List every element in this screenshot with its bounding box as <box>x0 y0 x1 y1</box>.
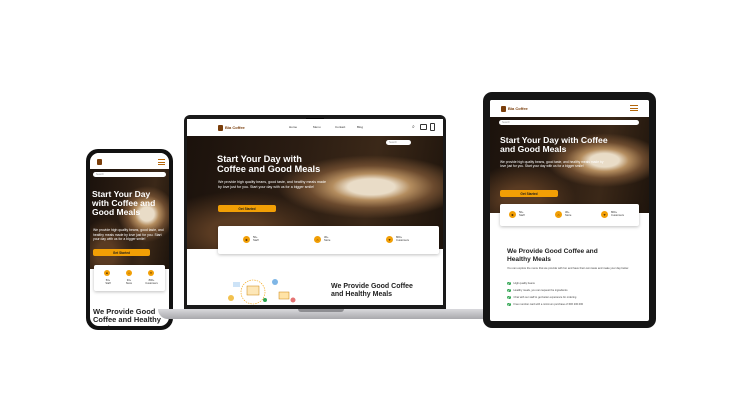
stats-card: ☻ 50+ Staff ⌂ 30+ Store ♥ 800+ Customers <box>218 226 439 254</box>
stat-label: Store <box>125 282 133 286</box>
phone-screen: Search Start Your Day with Coffee and Go… <box>90 153 169 326</box>
nav-home[interactable]: Home <box>289 125 297 129</box>
about-text: You can explore the menu that we provide… <box>507 267 629 270</box>
staff-icon: ☻ <box>509 211 516 218</box>
tablet-device: Bia Coffee Search Start Your Day with Co… <box>483 92 656 328</box>
store-icon: ⌂ <box>126 270 132 276</box>
laptop-lid: Bia Coffee Home Menu Contact Blog ⌕ Sear… <box>184 115 446 309</box>
search-icon[interactable]: ⌕ <box>412 124 415 130</box>
customers-icon: ♥ <box>148 270 154 276</box>
feature-item: ✓ High quality beans <box>507 280 637 287</box>
laptop-header: Bia Coffee Home Menu Contact Blog ⌕ <box>187 119 443 137</box>
tablet-hero: Search Start Your Day with Coffee and Go… <box>490 117 649 213</box>
stat-label: Staff <box>253 239 259 243</box>
stat-customers: 800+ Customers <box>144 279 159 285</box>
check-icon: ✓ <box>507 281 511 286</box>
feature-text: High quality beans <box>513 282 535 285</box>
stat-customers: 800+ Customers <box>611 211 624 217</box>
store-icon: ⌂ <box>314 236 321 243</box>
phone-device: Search Start Your Day with Coffee and Go… <box>86 149 173 330</box>
coffee-logo-icon[interactable] <box>97 159 102 165</box>
search-input[interactable]: Search <box>499 120 639 125</box>
feature-item: ✓ Chat with our staff to get better expe… <box>507 294 637 301</box>
coffee-logo-icon[interactable] <box>218 125 223 131</box>
check-icon: ✓ <box>507 295 511 300</box>
laptop-base-notch <box>298 309 344 312</box>
hero-title: Start Your Day with Coffee and Good Meal… <box>92 189 156 218</box>
hero-text: We provide high quality beans, good tast… <box>218 180 327 189</box>
get-started-button[interactable]: Get Started <box>500 190 558 197</box>
chat-icon[interactable] <box>420 124 427 130</box>
hero-title: Start Your Day with Coffee and Good Meal… <box>500 135 608 155</box>
feature-text: Healthy meals, you can request the ingre… <box>513 289 568 292</box>
hero-text: We provide high quality beans, good tast… <box>500 160 604 169</box>
hero-title: Start Your Day with Coffee and Good Meal… <box>217 154 321 175</box>
check-icon: ✓ <box>507 288 511 293</box>
feature-item: ✓ Healthy meals, you can request the ing… <box>507 287 637 294</box>
feature-text: Free member card with a minimum purchase… <box>513 303 584 306</box>
stat-label: Customers <box>396 239 409 243</box>
laptop-screen: Bia Coffee Home Menu Contact Blog ⌕ Sear… <box>187 119 443 305</box>
brand-name[interactable]: Bia Coffee <box>225 125 245 130</box>
nav-blog[interactable]: Blog <box>357 125 363 129</box>
stat-label: Customers <box>611 214 624 218</box>
brand-name[interactable]: Bia Coffee <box>508 106 528 111</box>
coffee-logo-icon[interactable] <box>501 106 506 112</box>
customers-icon: ♥ <box>386 236 393 243</box>
phone-contact-icon[interactable] <box>430 123 435 131</box>
get-started-button[interactable]: Get Started <box>93 249 150 256</box>
customers-icon: ♥ <box>601 211 608 218</box>
staff-icon: ☻ <box>104 270 110 276</box>
stat-label: Staff <box>519 214 525 218</box>
stat-label: Customers <box>145 282 158 286</box>
search-input[interactable]: Search <box>386 140 411 145</box>
feature-list: ✓ High quality beans ✓ Healthy meals, yo… <box>507 280 637 308</box>
nav-menu[interactable]: Menu <box>313 125 321 129</box>
tablet-screen: Bia Coffee Search Start Your Day with Co… <box>490 100 649 321</box>
get-started-button[interactable]: Get Started <box>218 205 276 212</box>
hamburger-menu-icon[interactable] <box>630 105 638 112</box>
stat-staff: 50+ Staff <box>519 211 524 217</box>
search-placeholder: Search <box>502 121 510 124</box>
nav-contact[interactable]: Contact <box>335 125 345 129</box>
tablet-header: Bia Coffee <box>490 100 649 118</box>
store-icon: ⌂ <box>555 211 562 218</box>
search-placeholder: Search <box>389 141 397 144</box>
stat-store: 30+ Store <box>123 279 135 285</box>
about-title: We Provide Good Coffee and Healthy Meals <box>331 283 413 299</box>
about-title: We Provide Good Coffee and Healthy Meals <box>507 248 598 263</box>
stat-staff: 50+ Staff <box>102 279 114 285</box>
search-placeholder: Search <box>96 173 104 176</box>
phone-hero: Search Start Your Day with Coffee and Go… <box>90 169 169 269</box>
stat-store: 30+ Store <box>565 211 571 217</box>
feature-item: ✓ Free member card with a minimum purcha… <box>507 301 637 308</box>
stat-label: Store <box>324 239 331 243</box>
stat-label: Store <box>565 214 572 218</box>
stat-store: 30+ Store <box>324 236 330 242</box>
hamburger-menu-icon[interactable] <box>158 159 165 165</box>
feature-text: Chat with our staff to get better experi… <box>513 296 577 299</box>
staff-icon: ☻ <box>243 236 250 243</box>
stat-staff: 50+ Staff <box>253 236 258 242</box>
hero-text: We provide high quality beans, good tast… <box>93 228 164 242</box>
stats-card: ☻ 50+ Staff ⌂ 30+ Store ♥ 800+ Customers <box>500 204 639 226</box>
stats-card: ☻ 50+ Staff ⌂ 30+ Store ♥ 800+ Customers <box>94 265 165 291</box>
stat-customers: 800+ Customers <box>396 236 409 242</box>
about-title: We Provide Good Coffee and Healthy Meals <box>93 307 161 326</box>
about-illustration <box>223 274 303 305</box>
check-icon: ✓ <box>507 302 511 307</box>
search-input[interactable]: Search <box>93 172 166 177</box>
stat-label: Staff <box>105 282 111 286</box>
